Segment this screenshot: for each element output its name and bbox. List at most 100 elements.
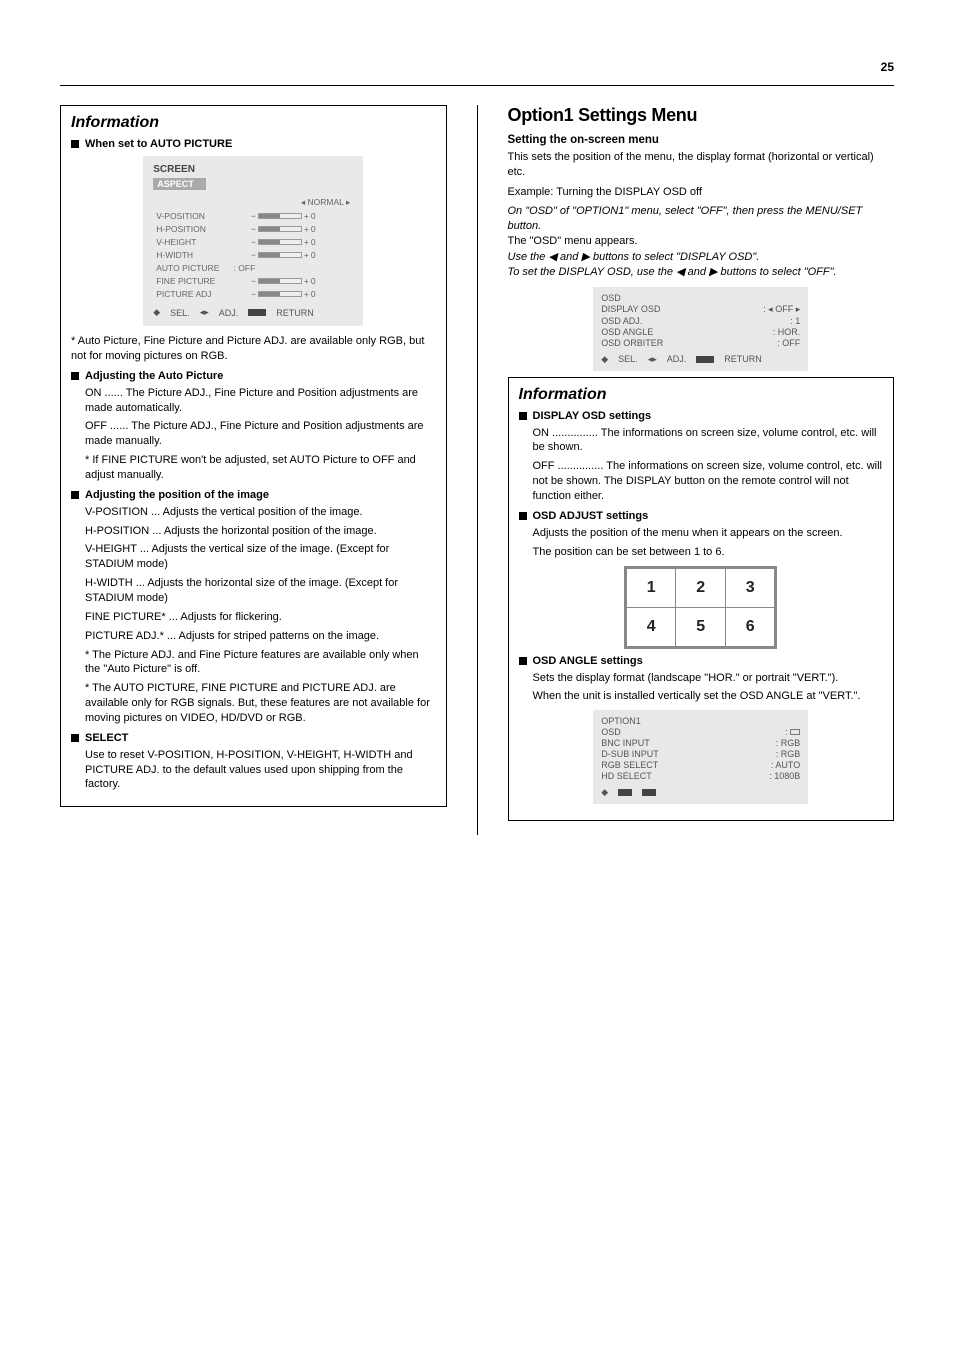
bullet-select: SELECT (71, 732, 436, 744)
row-finepic-value: 0 (311, 276, 316, 286)
osd-row-display-label: DISPLAY OSD (601, 304, 660, 315)
page-number: 25 (881, 60, 894, 74)
vert-row-rgb-val: AUTO (775, 760, 800, 770)
vert-row-rgb-label: RGB SELECT (601, 760, 658, 770)
vert-row-bnc-label: BNC INPUT (601, 738, 650, 748)
osd-angle-body2: When the unit is installed vertically se… (533, 689, 884, 704)
heading-osd-angle: OSD ANGLE settings (533, 655, 643, 667)
aspect-value: NORMAL (308, 197, 344, 207)
bullet-square-icon (519, 412, 527, 420)
screen-menu-title: SCREEN (153, 164, 353, 175)
step3-suffix: buttons to select "DISPLAY OSD". (593, 251, 759, 263)
osd-ret: RETURN (724, 354, 762, 364)
aspect-arrow-right-icon: ▸ (346, 197, 350, 207)
hwidth-label2: H-WIDTH (85, 577, 133, 589)
osd-sel: SEL. (618, 354, 638, 364)
vheight-label2: V-HEIGHT (85, 543, 137, 555)
heading-autopicture: When set to AUTO PICTURE (85, 138, 232, 150)
postnote-1: * The Picture ADJ. and Fine Picture feat… (85, 648, 436, 678)
step4-mid: and (688, 266, 709, 278)
display-osd-on-label: ON (533, 427, 550, 439)
hpos-label: H-POSITION (85, 525, 149, 537)
arrow-right-icon: ▶ (581, 251, 589, 263)
on-desc: The Picture ADJ., Fine Picture and Posit… (85, 387, 418, 414)
bullet-osd-angle: OSD ANGLE settings (519, 655, 884, 667)
osd-menu-panel: OSD DISPLAY OSD: ◂ OFF ▸ OSD ADJ.: 1 OSD… (593, 287, 808, 371)
step4-prefix: To set the DISPLAY OSD, use the (508, 266, 677, 278)
osd-menu-title: OSD (601, 293, 800, 303)
info-title-right: Information (519, 386, 884, 404)
screen-menu-table: ◂ NORMAL ▸ V-POSITION −+0 H-POSITION −+0 (153, 194, 353, 301)
grid-cell-4: 4 (626, 607, 676, 647)
arrow-left-icon: ◀ (676, 266, 684, 278)
autopicture-footnote: * Auto Picture, Fine Picture and Picture… (71, 334, 436, 364)
setting-osd-subhead: Setting the on-screen menu (508, 134, 895, 146)
bullet-display-osd: DISPLAY OSD settings (519, 410, 884, 422)
vpos-desc: Adjusts the vertical position of the ima… (163, 506, 363, 518)
grid-cell-6: 6 (726, 607, 776, 647)
vert-menu-title: OPTION1 (601, 716, 800, 726)
top-border (60, 85, 894, 86)
osd-row-orb-label: OSD ORBITER (601, 338, 663, 348)
screen-menu-panel: SCREEN ASPECT ◂ NORMAL ▸ V-POSITI (143, 156, 363, 326)
arrow-left-icon: ◀ (548, 251, 556, 263)
off-label: OFF (85, 420, 107, 432)
info-title-left: Information (71, 114, 436, 132)
vert-row-bnc-val: RGB (781, 738, 801, 748)
osd-angle-body: Sets the display format (landscape "HOR.… (533, 671, 884, 686)
row-picadj-label: PICTURE ADJ (155, 288, 248, 299)
picadj-label2: PICTURE ADJ.* (85, 630, 164, 642)
bullet-square-icon (71, 491, 79, 499)
heading-display-osd: DISPLAY OSD settings (533, 410, 652, 422)
option1-vertical-menu-panel: OPTION1 OSD: BNC INPUT: RGB D-SUB INPUT:… (593, 710, 808, 804)
grid-cell-1: 1 (626, 567, 676, 607)
select-body: Use to reset V-POSITION, H-POSITION, V-H… (85, 748, 436, 793)
row-vpos-value: 0 (311, 211, 316, 221)
vert-row-hd-label: HD SELECT (601, 771, 652, 781)
row-picadj-value: 0 (311, 289, 316, 299)
finepic-desc: Adjusts for flickering. (180, 611, 281, 623)
row-vheight-label: V-HEIGHT (155, 236, 248, 247)
row-hwidth-value: 0 (311, 250, 316, 260)
arrow-right-icon: ▶ (709, 266, 717, 278)
heading-adjusting-auto: Adjusting the Auto Picture (85, 370, 223, 382)
column-separator (477, 105, 478, 835)
step-osd-2: The "OSD" menu appears. (508, 234, 895, 249)
bullet-autopicture: When set to AUTO PICTURE (71, 138, 436, 150)
bullet-square-icon (519, 512, 527, 520)
heading-select: SELECT (85, 732, 128, 744)
setting-osd-para: This sets the position of the menu, the … (508, 150, 895, 180)
step3-prefix: Use the (508, 251, 549, 263)
heading-adjusting-pos: Adjusting the position of the image (85, 489, 269, 501)
grid-cell-2: 2 (676, 567, 726, 607)
vert-row-dsub-val: RGB (781, 749, 801, 759)
row-hwidth-label: H-WIDTH (155, 249, 248, 260)
step3-mid: and (560, 251, 581, 263)
bullet-adjusting-auto: Adjusting the Auto Picture (71, 370, 436, 382)
osd-row-adj-val: 1 (795, 316, 800, 326)
example-text: Example: Turning the DISPLAY OSD off (508, 186, 895, 198)
row-vpos-label: V-POSITION (155, 210, 248, 221)
bullet-square-icon (71, 140, 79, 148)
finepic-label2: FINE PICTURE* (85, 611, 166, 623)
finepicture-note: * If FINE PICTURE won't be adjusted, set… (85, 453, 436, 483)
vert-row-osd-label: OSD (601, 727, 621, 737)
bullet-osd-adjust: OSD ADJUST settings (519, 510, 884, 522)
information-box-left: Information When set to AUTO PICTURE SCR… (60, 105, 447, 807)
ret-label: RETURN (276, 308, 314, 318)
osd-row-orb-val: OFF (782, 338, 800, 348)
display-osd-on-desc: The informations on screen size, volume … (533, 427, 877, 454)
row-vheight-value: 0 (311, 237, 316, 247)
row-finepic-label: FINE PICTURE (155, 275, 248, 286)
bullet-square-icon (519, 657, 527, 665)
osd-row-display-val: OFF (775, 304, 793, 314)
heading-osd-adjust: OSD ADJUST settings (533, 510, 649, 522)
postnote-2: * The AUTO PICTURE, FINE PICTURE and PIC… (85, 681, 436, 726)
step-osd-1: On "OSD" of "OPTION1" menu, select "OFF"… (508, 205, 863, 232)
display-osd-off-label: OFF (533, 460, 555, 472)
osd-row-angle-label: OSD ANGLE (601, 327, 653, 337)
grid-cell-3: 3 (726, 567, 776, 607)
row-hpos-value: 0 (311, 224, 316, 234)
step4-suffix: buttons to select "OFF". (721, 266, 837, 278)
osd-adj: ADJ. (667, 354, 687, 364)
